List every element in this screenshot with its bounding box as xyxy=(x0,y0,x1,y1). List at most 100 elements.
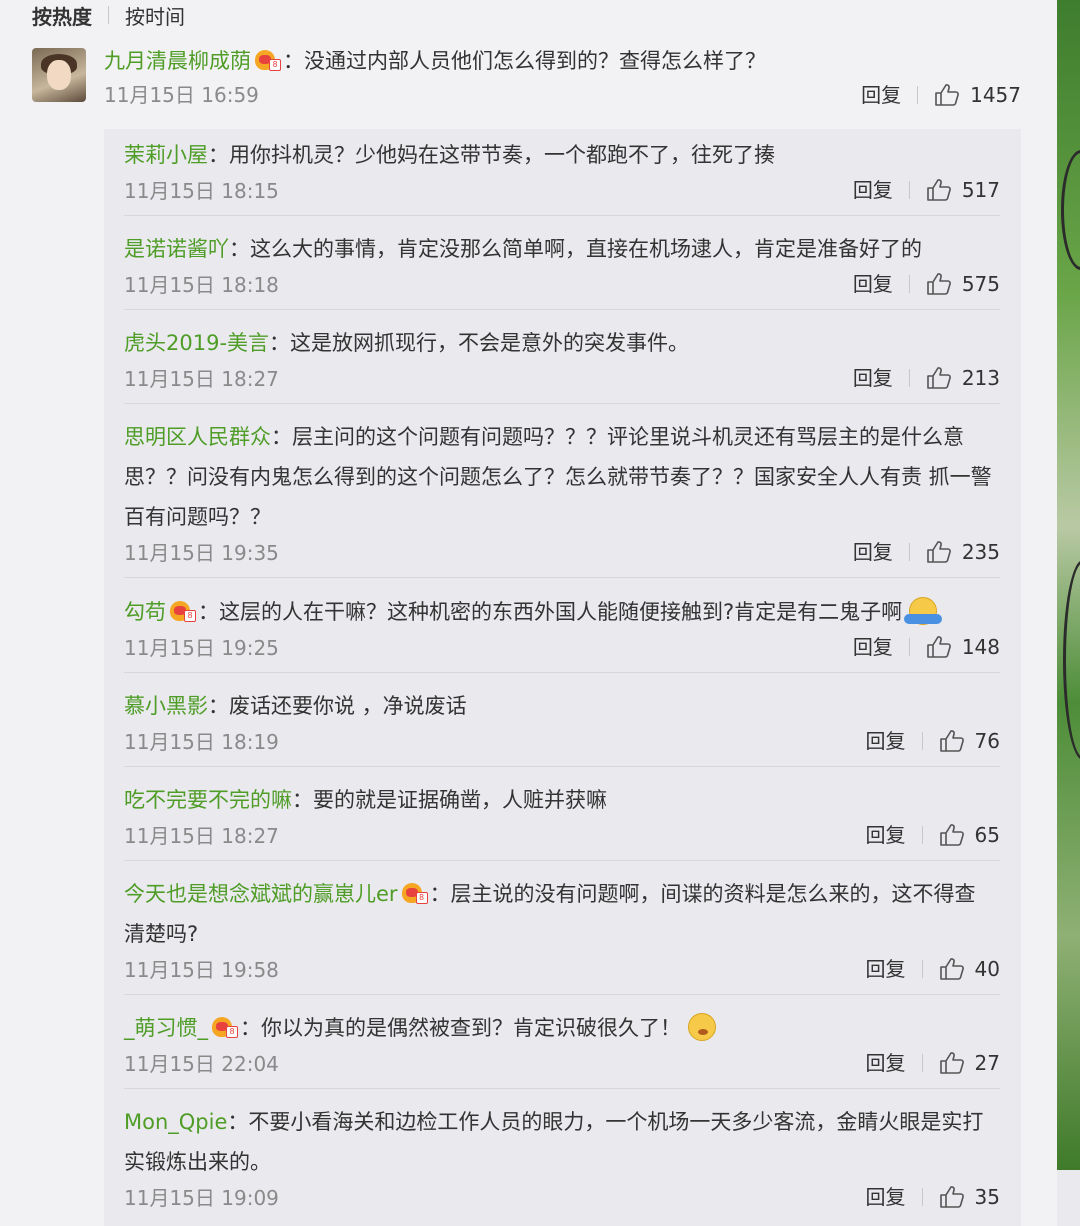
thumbs-up-icon[interactable] xyxy=(939,957,965,981)
avatar[interactable] xyxy=(32,48,86,102)
divider xyxy=(921,732,923,750)
comment-text: ：没通过内部人员他们怎么得到的？查得怎么样了？ xyxy=(283,49,766,73)
reply-text: ：这层的人在干嘛？这种机密的东西外国人能随便接触到?肯定是有二鬼子啊 xyxy=(198,600,903,624)
comment-time: 11月15日 16:59 xyxy=(104,83,259,107)
reply-button[interactable]: 回复 xyxy=(866,723,906,759)
reply-meta: 11月15日 18:19 回复 76 xyxy=(124,724,1000,760)
reply-text: ：这么大的事情，肯定没那么简单啊，直接在机场逮人，肯定是准备好了的 xyxy=(229,237,922,261)
reply-button[interactable]: 回复 xyxy=(866,1045,906,1081)
reply-button[interactable]: 回复 xyxy=(866,951,906,987)
thumbs-up-icon[interactable] xyxy=(939,1051,965,1075)
shrug-emoji xyxy=(903,597,942,625)
reply-item: 吃不完要不完的嘛：要的就是证据确凿，人赃并获嘛 11月15日 18:27 回复 65 xyxy=(124,774,1000,861)
reply-meta: 11月15日 19:25 回复 148 xyxy=(124,630,1000,666)
reply-meta: 11月15日 18:15 回复 517 xyxy=(124,173,1000,209)
reply-username[interactable]: 是诺诺酱吖 xyxy=(124,237,229,261)
reply-item: 思明区人民群众：层主问的这个问题有问题吗？？？评论里说斗机灵还有骂层主的是什么意… xyxy=(124,411,1000,578)
reply-button[interactable]: 回复 xyxy=(853,629,893,665)
reply-button[interactable]: 回复 xyxy=(866,817,906,853)
main-comment: 九月清晨柳成荫 8 ：没通过内部人员他们怎么得到的？查得怎么样了？ 11月15日 1… xyxy=(104,44,1034,112)
reply-meta: 11月15日 19:35 回复 235 xyxy=(124,535,1000,571)
like-count: 27 xyxy=(974,1051,1000,1075)
like-count: 40 xyxy=(974,957,1000,981)
divider xyxy=(108,6,109,24)
like-count: 235 xyxy=(961,540,1000,564)
reply-item: Mon_Qpie：不要小看海关和边检工作人员的眼力，一个机场一天多少客流，金睛火… xyxy=(124,1096,1000,1222)
reply-text: ：废话还要你说 ，净说废话 xyxy=(208,694,467,718)
comment-username[interactable]: 九月清晨柳成荫 xyxy=(104,49,251,73)
reply-text: 百有问题吗？？ xyxy=(124,505,271,529)
reply-item: 勾苟 8 ：这层的人在干嘛？这种机密的东西外国人能随便接触到?肯定是有二鬼子啊 11… xyxy=(124,586,1000,673)
thumbs-up-icon[interactable] xyxy=(939,1185,965,1209)
reply-username[interactable]: 吃不完要不完的嘛 xyxy=(124,788,292,812)
divider xyxy=(908,275,910,293)
thumbs-up-icon[interactable] xyxy=(926,178,952,202)
like-count: 575 xyxy=(961,272,1000,296)
reply-time: 11月15日 19:58 xyxy=(124,958,279,982)
reply-button[interactable]: 回复 xyxy=(861,78,901,112)
reply-text: ：你以为真的是偶然被查到？肯定识破很久了！ xyxy=(240,1016,681,1040)
reply-text: 清楚吗? xyxy=(124,922,199,946)
sort-by-time-tab[interactable]: 按时间 xyxy=(125,1,185,30)
reply-text: 实锻炼出来的。 xyxy=(124,1150,271,1174)
like-count: 65 xyxy=(974,823,1000,847)
thumbs-up-icon[interactable] xyxy=(934,83,960,107)
sort-by-hot-tab[interactable]: 按热度 xyxy=(32,1,92,30)
reply-time: 11月15日 18:27 xyxy=(124,824,279,848)
reply-time: 11月15日 22:04 xyxy=(124,1052,279,1076)
divider xyxy=(917,86,919,104)
reply-username[interactable]: 勾苟 xyxy=(124,600,166,624)
reply-username[interactable]: 今天也是想念斌斌的赢崽儿er xyxy=(124,882,398,906)
reply-button[interactable]: 回复 xyxy=(866,1179,906,1215)
divider xyxy=(921,1188,923,1206)
reply-item: 慕小黑影：废话还要你说 ，净说废话 11月15日 18:19 回复 76 xyxy=(124,680,1000,767)
reply-meta: 11月15日 18:18 回复 575 xyxy=(124,267,1000,303)
like-count: 35 xyxy=(974,1185,1000,1209)
like-count: 213 xyxy=(961,366,1000,390)
thumbs-up-icon[interactable] xyxy=(939,823,965,847)
like-count: 148 xyxy=(961,635,1000,659)
reply-text: ：层主说的没有问题啊，间谍的资料是怎么来的，这不得查 xyxy=(429,882,976,906)
reply-username[interactable]: 思明区人民群众 xyxy=(124,425,271,449)
reply-item: 茉莉小屋：用你抖机灵？少他妈在这带节奏，一个都跑不了，往死了揍 11月15日 18… xyxy=(124,129,1000,216)
reply-username[interactable]: 虎头2019-美言 xyxy=(124,331,269,355)
comment-meta: 11月15日 16:59 回复 1457 xyxy=(104,78,1021,112)
reply-time: 11月15日 18:27 xyxy=(124,367,279,391)
reply-text: ：层主问的这个问题有问题吗？？？评论里说斗机灵还有骂层主的是什么意 xyxy=(271,425,964,449)
reply-item: 虎头2019-美言：这是放网抓现行，不会是意外的突发事件。 11月15日 18:2… xyxy=(124,317,1000,404)
divider xyxy=(921,960,923,978)
reply-username[interactable]: _萌习惯_ xyxy=(124,1016,208,1040)
reply-button[interactable]: 回复 xyxy=(853,266,893,302)
reply-text: ：不要小看海关和边检工作人员的眼力，一个机场一天多少客流，金睛火眼是实打 xyxy=(227,1110,984,1134)
thumbs-up-icon[interactable] xyxy=(926,366,952,390)
reply-button[interactable]: 回复 xyxy=(853,360,893,396)
thumbs-up-icon[interactable] xyxy=(926,635,952,659)
thumbs-up-icon[interactable] xyxy=(939,729,965,753)
reply-time: 11月15日 19:09 xyxy=(124,1186,279,1210)
reply-meta: 11月15日 22:04 回复 27 xyxy=(124,1046,1000,1082)
reply-text: ：用你抖机灵？少他妈在这带节奏，一个都跑不了，往死了揍 xyxy=(208,143,775,167)
sort-bar: 按热度 按时间 xyxy=(32,0,185,30)
divider xyxy=(908,369,910,387)
reply-time: 11月15日 19:25 xyxy=(124,636,279,660)
reply-username[interactable]: 慕小黑影 xyxy=(124,694,208,718)
reply-button[interactable]: 回复 xyxy=(853,172,893,208)
vip-badge-icon: 8 xyxy=(401,883,428,905)
reply-item: 今天也是想念斌斌的赢崽儿er 8 ：层主说的没有问题啊，间谍的资料是怎么来的，这不得… xyxy=(124,868,1000,995)
thumbs-up-icon[interactable] xyxy=(926,540,952,564)
vip-badge-icon: 8 xyxy=(170,601,196,623)
reply-time: 11月15日 19:35 xyxy=(124,541,279,565)
reply-time: 11月15日 18:19 xyxy=(124,730,279,754)
divider xyxy=(908,638,910,656)
reply-username[interactable]: 茉莉小屋 xyxy=(124,143,208,167)
side-decoration-image xyxy=(1057,0,1080,1170)
comment-page: 按热度 按时间 九月清晨柳成荫 8 ：没通过内部人员他们怎么得到的？查得怎么样了？ … xyxy=(0,0,1057,1226)
thumbs-up-icon[interactable] xyxy=(926,272,952,296)
reply-button[interactable]: 回复 xyxy=(853,534,893,570)
reply-item: 是诺诺酱吖：这么大的事情，肯定没那么简单啊，直接在机场逮人，肯定是准备好了的 11… xyxy=(124,223,1000,310)
reply-username[interactable]: Mon_Qpie xyxy=(124,1110,227,1134)
like-count: 1457 xyxy=(970,83,1021,107)
divider xyxy=(908,181,910,199)
vip-badge-icon: 8 xyxy=(212,1017,238,1039)
reply-time: 11月15日 18:15 xyxy=(124,179,279,203)
